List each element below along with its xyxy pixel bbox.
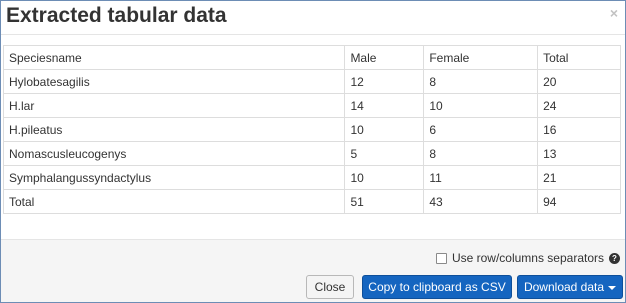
download-label: Download data	[523, 280, 605, 294]
table-cell: 10	[344, 165, 425, 190]
header-cell-female: Female	[423, 45, 539, 70]
close-icon[interactable]: ×	[610, 6, 618, 20]
dialog-footer: Use row/columns separators ? Close Copy …	[1, 239, 625, 302]
separator-checkbox[interactable]	[435, 252, 447, 264]
table-cell: 11	[423, 165, 539, 190]
dialog-title: Extracted tabular data	[6, 4, 227, 27]
table-cell: 12	[344, 69, 425, 94]
table-cell: 21	[537, 165, 621, 190]
table-cell: 24	[537, 93, 621, 118]
table-row: H.lar 14 10 24	[2, 93, 621, 118]
separator-option: Use row/columns separators ?	[435, 251, 620, 265]
table-cell: Symphalangussyndactylus	[2, 165, 346, 190]
caret-down-icon	[608, 285, 617, 290]
copy-csv-button[interactable]: Copy to clipboard as CSV	[362, 275, 512, 299]
separator-label: Use row/columns separators	[451, 251, 604, 265]
table-cell: 10	[344, 117, 425, 142]
table-cell: Nomascusleucogenys	[2, 141, 346, 166]
table-row: Nomascusleucogenys 5 8 13	[2, 141, 621, 166]
header-cell-male: Male	[344, 45, 425, 70]
dialog-header: Extracted tabular data ×	[1, 1, 625, 35]
header-cell-speciesname: Speciesname	[2, 45, 346, 70]
table-cell: 14	[344, 93, 425, 118]
table-cell: 20	[537, 69, 621, 94]
table-cell: 16	[537, 117, 621, 142]
table-cell: 10	[423, 93, 539, 118]
table-row: Symphalangussyndactylus 10 11 21	[2, 165, 621, 190]
header-cell-total: Total	[537, 45, 621, 70]
table-cell: Total	[2, 189, 346, 214]
table-row: H.pileatus 10 6 16	[2, 117, 621, 142]
help-icon[interactable]: ?	[609, 252, 620, 264]
table-cell: Hylobatesagilis	[2, 69, 346, 94]
table-cell: 43	[423, 189, 539, 214]
table-total-row: Total 51 43 94	[2, 189, 621, 214]
extracted-data-dialog: Extracted tabular data × Speciesname Mal…	[0, 0, 626, 303]
table-header-row: Speciesname Male Female Total	[2, 45, 621, 70]
download-data-button[interactable]: Download data	[517, 275, 623, 299]
table-cell: 6	[423, 117, 539, 142]
data-table: Speciesname Male Female Total Hylobatesa…	[2, 45, 621, 214]
table-cell: 8	[423, 69, 539, 94]
table-cell: 5	[344, 141, 425, 166]
table-row: Hylobatesagilis 12 8 20	[2, 69, 621, 94]
table-cell: H.pileatus	[2, 117, 346, 142]
table-cell: 8	[423, 141, 539, 166]
table-cell: H.lar	[2, 93, 346, 118]
table-cell: 94	[537, 189, 621, 214]
table-container: Speciesname Male Female Total Hylobatesa…	[2, 45, 622, 214]
table-cell: 51	[344, 189, 425, 214]
close-button[interactable]: Close	[306, 275, 354, 299]
table-cell: 13	[537, 141, 621, 166]
